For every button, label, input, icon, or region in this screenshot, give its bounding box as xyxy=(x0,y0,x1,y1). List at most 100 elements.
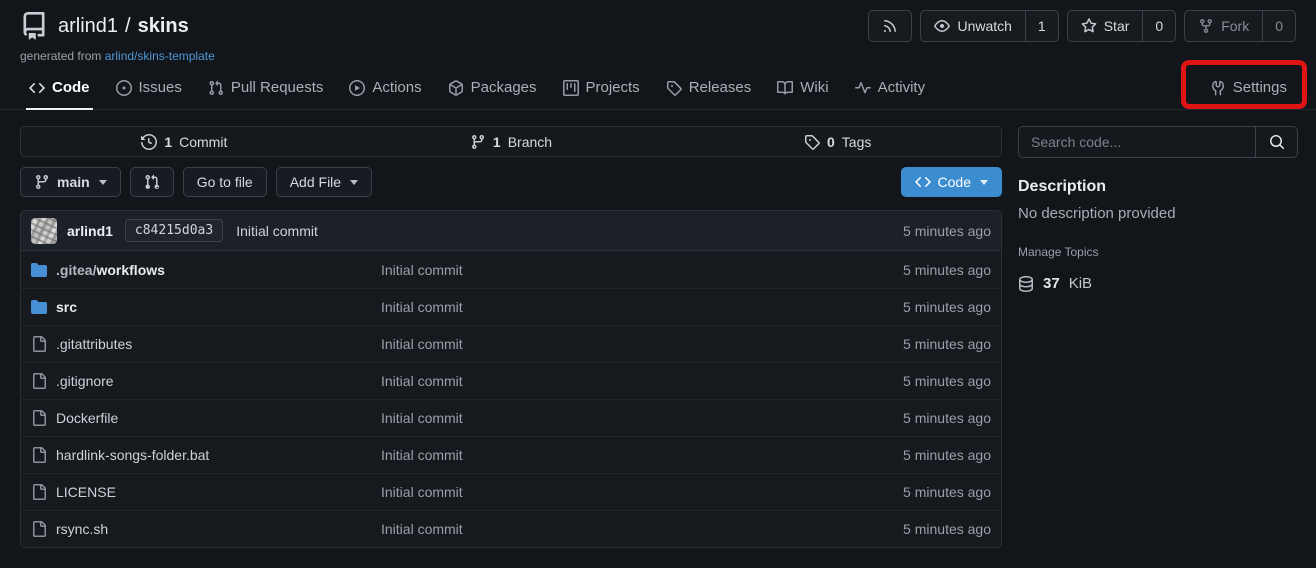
file-link[interactable]: hardlink-songs-folder.bat xyxy=(31,447,381,463)
entry-commit-message[interactable]: Initial commit xyxy=(381,447,463,463)
repo-size-value: 37 xyxy=(1043,275,1060,292)
entry-name: .gitea/workflows xyxy=(56,262,165,278)
file-icon xyxy=(31,410,47,426)
compare-button[interactable] xyxy=(130,167,174,197)
tab-code[interactable]: Code xyxy=(16,68,103,109)
fork-button[interactable]: Fork0 xyxy=(1184,10,1296,42)
go-to-file-button[interactable]: Go to file xyxy=(183,167,267,197)
generated-from-line: generated from arlind/skins-template xyxy=(20,49,1296,63)
file-icon xyxy=(31,447,47,463)
code-download-button[interactable]: Code xyxy=(901,167,1002,197)
file-row-hardlink-songs-folder.bat: hardlink-songs-folder.bat Initial commit 5… xyxy=(21,436,1001,473)
fork-button-main[interactable]: Fork xyxy=(1185,11,1262,41)
entry-commit-message[interactable]: Initial commit xyxy=(381,262,463,278)
tab-projects[interactable]: Projects xyxy=(550,68,653,109)
avatar[interactable] xyxy=(31,218,57,244)
file-row-.gitignore: .gitignoreInitial commit5 minutes ago xyxy=(21,362,1001,399)
unwatch-count[interactable]: 1 xyxy=(1025,11,1058,41)
repo-icon xyxy=(20,12,48,40)
code-icon xyxy=(915,174,931,190)
manage-topics-link[interactable]: Manage Topics xyxy=(1018,245,1099,259)
stat-branch[interactable]: 1Branch xyxy=(348,127,675,156)
unwatch-button[interactable]: Unwatch 1 xyxy=(920,10,1058,42)
tab-packages[interactable]: Packages xyxy=(435,68,550,109)
star-count[interactable]: 0 xyxy=(1142,11,1175,41)
entry-time: 5 minutes ago xyxy=(903,447,991,463)
star-button-main[interactable]: Star xyxy=(1068,11,1143,41)
repo-size-unit: KiB xyxy=(1069,275,1092,292)
template-link[interactable]: arlind/skins-template xyxy=(105,49,215,63)
entry-name: LICENSE xyxy=(56,484,116,500)
entry-name: .gitattributes xyxy=(56,336,132,352)
eye-icon xyxy=(934,18,950,34)
stat-label: Tags xyxy=(842,134,872,150)
tab-wiki[interactable]: Wiki xyxy=(764,68,841,109)
code-icon xyxy=(29,80,45,96)
stat-tags[interactable]: 0Tags xyxy=(674,127,1001,156)
entry-commit-message[interactable]: Initial commit xyxy=(381,410,463,426)
rss-button-main[interactable] xyxy=(869,11,911,41)
repo-name-link[interactable]: skins xyxy=(138,15,189,38)
database-icon xyxy=(1018,276,1034,292)
tag-icon xyxy=(666,80,682,96)
file-link[interactable]: LICENSE xyxy=(31,484,381,500)
tab-activity[interactable]: Activity xyxy=(842,68,939,109)
tab-releases-label: Releases xyxy=(689,79,752,96)
folder-link[interactable]: .gitea/workflows xyxy=(31,262,381,278)
branch-name: main xyxy=(57,174,90,190)
main-column: 1Commit1Branch0Tags main Go to file Add … xyxy=(20,126,1002,548)
file-link[interactable]: .gitattributes xyxy=(31,336,381,352)
title-separator: / xyxy=(125,15,131,38)
entry-commit-message[interactable]: Initial commit xyxy=(381,373,463,389)
tab-pull-requests[interactable]: Pull Requests xyxy=(195,68,337,109)
entry-name: src xyxy=(56,299,77,315)
add-file-button[interactable]: Add File xyxy=(276,167,372,197)
star-button[interactable]: Star 0 xyxy=(1067,10,1176,42)
unwatch-label: Unwatch xyxy=(957,18,1011,34)
folder-link[interactable]: src xyxy=(31,299,381,315)
search-button[interactable] xyxy=(1255,127,1297,157)
repo-owner-link[interactable]: arlind1 xyxy=(58,15,118,38)
entry-base-name: .gitattributes xyxy=(56,336,132,352)
unwatch-button-main[interactable]: Unwatch xyxy=(921,11,1024,41)
description-title: Description xyxy=(1018,178,1298,196)
repo-title: arlind1 / skins xyxy=(58,15,189,38)
entry-commit-message[interactable]: Initial commit xyxy=(381,336,463,352)
tab-settings[interactable]: Settings xyxy=(1197,68,1300,109)
file-icon xyxy=(31,521,47,537)
commit-hash-link[interactable]: c84215d0a3 xyxy=(125,219,223,242)
project-icon xyxy=(563,80,579,96)
branch-icon xyxy=(34,174,50,190)
entry-base-name: src xyxy=(56,299,77,315)
file-icon xyxy=(31,336,47,352)
tab-activity-label: Activity xyxy=(878,79,926,96)
folder-icon xyxy=(31,262,47,278)
file-link[interactable]: rsync.sh xyxy=(31,521,381,537)
file-row-src: srcInitial commit5 minutes ago xyxy=(21,288,1001,325)
entry-commit-message[interactable]: Initial commit xyxy=(381,484,463,500)
tab-actions[interactable]: Actions xyxy=(336,68,434,109)
tab-issues[interactable]: Issues xyxy=(103,68,195,109)
entry-commit-message[interactable]: Initial commit xyxy=(381,299,463,315)
commit-message-link[interactable]: Initial commit xyxy=(236,223,318,239)
branch-select-button[interactable]: main xyxy=(20,167,121,197)
file-row-workflows: .gitea/workflowsInitial commit5 minutes … xyxy=(21,251,1001,288)
actions-icon xyxy=(349,80,365,96)
stat-commit[interactable]: 1Commit xyxy=(21,127,348,156)
star-label: Star xyxy=(1104,18,1130,34)
commit-author-link[interactable]: arlind1 xyxy=(67,223,113,239)
compare-icon xyxy=(144,174,160,190)
entry-commit-message[interactable]: Initial commit xyxy=(381,521,463,537)
tab-issues-label: Issues xyxy=(139,79,182,96)
file-link[interactable]: .gitignore xyxy=(31,373,381,389)
repo-toolbar: main Go to file Add File Code xyxy=(20,167,1002,197)
tab-pull-requests-label: Pull Requests xyxy=(231,79,324,96)
tab-releases[interactable]: Releases xyxy=(653,68,765,109)
file-row-Dockerfile: DockerfileInitial commit5 minutes ago xyxy=(21,399,1001,436)
file-link[interactable]: Dockerfile xyxy=(31,410,381,426)
repo-sidebar: Description No description provided Mana… xyxy=(1018,126,1298,548)
fork-count[interactable]: 0 xyxy=(1262,11,1295,41)
entry-name: hardlink-songs-folder.bat xyxy=(56,447,209,463)
search-input[interactable] xyxy=(1019,127,1255,157)
rss-button[interactable] xyxy=(868,10,912,42)
